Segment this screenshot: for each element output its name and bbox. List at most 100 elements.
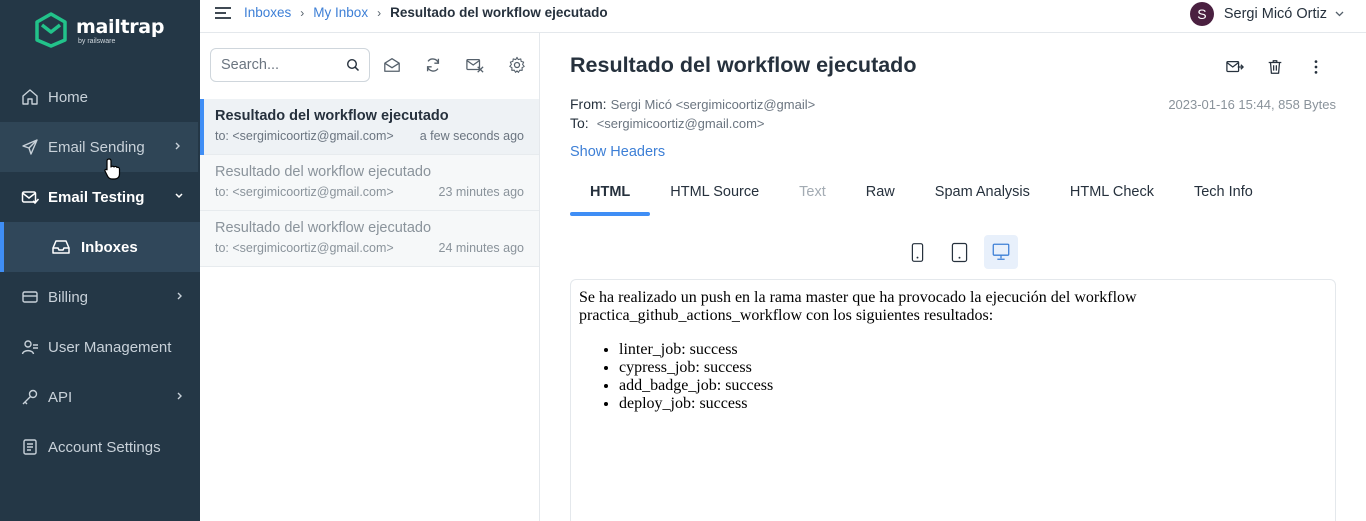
delete-button[interactable] [1264,56,1286,78]
results-list: linter_job: success cypress_job: success… [579,341,1327,413]
sidebar-item-label: Inboxes [81,238,138,256]
message-time: 24 minutes ago [438,241,524,255]
mark-all-read-button[interactable] [382,55,402,75]
message-time: a few seconds ago [419,129,524,143]
breadcrumb-inboxes[interactable]: Inboxes [244,5,291,20]
search-icon[interactable] [346,58,360,72]
clear-inbox-icon [466,58,484,73]
desktop-view-button[interactable] [984,235,1018,269]
chevron-down-icon [175,193,183,199]
sidebar-item-label: API [48,388,73,406]
tab-text[interactable]: Text [779,173,846,216]
from-row: From: Sergi Micó <sergimicoortiz@gmail> [570,96,815,112]
message-recipient: to: <sergimicoortiz@gmail.com> [215,241,394,255]
message-item[interactable]: Resultado del workflow ejecutado to: <se… [200,155,539,211]
tab-html-check[interactable]: HTML Check [1050,173,1174,216]
sidebar-item-label: Billing [48,288,89,306]
clear-inbox-button[interactable] [465,55,485,75]
tablet-view-button[interactable] [942,235,976,269]
from-value: Sergi Micó <sergimicoortiz@gmail> [610,97,816,112]
chevron-down-icon [1335,11,1344,17]
inbox-icon [51,237,71,257]
refresh-icon [426,58,440,72]
billing-icon [20,287,40,307]
sidebar-item-label: User Management [48,338,172,356]
body-paragraph-line: practica_github_actions_workflow con los… [579,307,994,324]
sidebar-item-user-management[interactable]: User Management [0,322,200,372]
message-list-panel: Resultado del workflow ejecutado to: <se… [200,33,540,521]
message-time: 23 minutes ago [438,185,524,199]
to-label: To: [570,115,589,131]
desktop-icon [992,243,1010,260]
menu-icon[interactable] [214,6,232,20]
list-item: add_badge_job: success [619,377,1327,395]
sidebar-item-api[interactable]: API [0,372,200,422]
tab-html[interactable]: HTML [570,173,651,216]
to-value: <sergimicoortiz@gmail.com> [596,116,765,131]
breadcrumb-my-inbox[interactable]: My Inbox [313,5,368,20]
search-input[interactable] [221,50,345,80]
message-recipient: to: <sergimicoortiz@gmail.com> [215,129,394,143]
more-vertical-icon [1314,60,1318,74]
breadcrumb-separator: › [300,5,305,20]
tab-tech-info[interactable]: Tech Info [1174,173,1273,216]
inbox-settings-button[interactable] [507,55,527,75]
user-management-icon [20,337,40,357]
tab-html-source[interactable]: HTML Source [650,173,779,216]
email-preview: Se ha realizado un push en la rama maste… [570,279,1336,521]
top-bar: Inboxes › My Inbox › Resultado del workf… [200,0,1366,33]
search-box [210,48,370,82]
mailtrap-logo-icon [35,12,67,48]
sidebar-item-home[interactable]: Home [0,72,200,122]
message-item[interactable]: Resultado del workflow ejecutado to: <se… [200,99,539,155]
sidebar-item-account-settings[interactable]: Account Settings [0,422,200,472]
sidebar-item-label: Home [48,88,89,106]
sidebar-item-label: Email Testing [48,188,145,206]
more-options-button[interactable] [1305,56,1327,78]
message-meta: 2023-01-16 15:44, 858 Bytes [1168,97,1336,112]
key-icon [20,387,40,407]
list-item: linter_job: success [619,341,1327,359]
breadcrumb: Inboxes › My Inbox › Resultado del workf… [244,5,608,20]
avatar: S [1189,2,1214,26]
mailtrap-logo[interactable]: mailtrap by railsware [34,12,164,48]
envelope-open-icon [384,58,400,72]
logo-text: mailtrap [76,16,165,38]
show-headers-link[interactable]: Show Headers [570,144,665,160]
sidebar-item-email-sending[interactable]: Email Sending [0,122,198,172]
list-item: cypress_job: success [619,359,1327,377]
sidebar-item-email-testing[interactable]: Email Testing [0,172,200,222]
forward-button[interactable] [1224,56,1246,78]
user-name: Sergi Micó Ortiz [1223,6,1327,22]
refresh-button[interactable] [423,55,443,75]
logo-subtext: by railsware [78,38,116,45]
message-item[interactable]: Resultado del workflow ejecutado to: <se… [200,211,539,267]
message-view: Resultado del workflow ejecutado From: Se… [540,33,1366,521]
chevron-right-icon [177,392,182,400]
forward-email-icon [1226,60,1244,73]
document-icon [20,437,40,457]
message-subject: Resultado del workflow ejecutado [215,108,449,124]
from-label: From: [570,96,607,112]
sidebar-item-billing[interactable]: Billing [0,272,200,322]
gear-icon [509,56,525,73]
mobile-icon [911,242,923,262]
hand-cursor-icon [104,158,121,180]
device-preview-switcher [900,235,1026,269]
home-icon [20,87,40,107]
mobile-view-button[interactable] [900,235,934,269]
sidebar-item-label: Account Settings [48,438,161,456]
message-recipient: to: <sergimicoortiz@gmail.com> [215,185,394,199]
tablet-icon [951,242,967,262]
to-row: To: <sergimicoortiz@gmail.com> [570,115,765,131]
sidebar-item-inboxes[interactable]: Inboxes [0,222,200,272]
sidebar-item-label: Email Sending [48,138,145,156]
sidebar: mailtrap by railsware Home Email Sending… [0,0,200,521]
tab-raw[interactable]: Raw [846,173,915,216]
breadcrumb-current: Resultado del workflow ejecutado [390,5,608,20]
tab-spam-analysis[interactable]: Spam Analysis [915,173,1050,216]
user-menu[interactable]: S Sergi Micó Ortiz [1189,2,1344,26]
send-icon [20,137,40,157]
breadcrumb-separator: › [377,5,382,20]
email-testing-icon [20,187,40,207]
